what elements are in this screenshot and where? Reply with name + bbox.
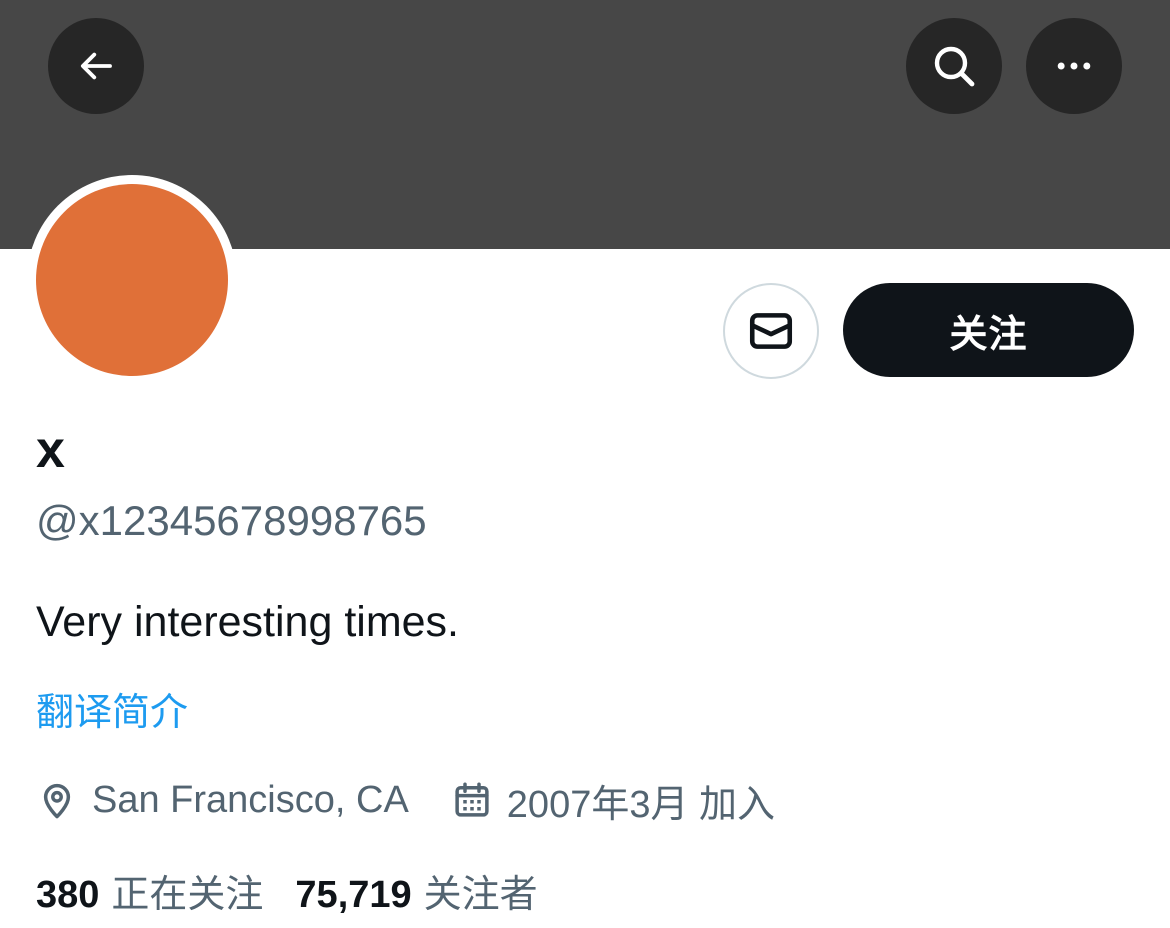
location-item: San Francisco, CA [36, 779, 409, 822]
location-text: San Francisco, CA [92, 778, 409, 821]
envelope-icon [749, 313, 793, 349]
avatar[interactable] [36, 184, 228, 376]
follow-stats: 380 正在关注 75,719 关注者 [36, 862, 538, 918]
user-handle: @x12345678998765 [36, 497, 427, 544]
followers-stat[interactable]: 75,719 关注者 [295, 863, 537, 918]
translate-bio-link[interactable]: 翻译简介 [36, 688, 188, 738]
display-name: x [36, 421, 65, 479]
profile-page: 关注 x @x12345678998765 Very interesting t… [0, 0, 1170, 928]
following-stat[interactable]: 380 正在关注 [36, 863, 263, 918]
followers-count: 75,719 [295, 873, 412, 916]
joined-date-text: 2007年3月 加入 [506, 783, 776, 826]
map-pin-icon [36, 779, 78, 821]
search-icon [934, 46, 975, 87]
more-horizontal-icon [1057, 62, 1091, 70]
message-button[interactable] [723, 283, 819, 379]
arrow-left-icon [80, 52, 112, 80]
more-button[interactable] [1026, 18, 1122, 114]
followers-label: 关注者 [423, 873, 538, 916]
joined-item: 2007年3月 加入 [451, 773, 775, 828]
following-count: 380 [36, 873, 100, 916]
calendar-icon [451, 779, 493, 821]
back-button[interactable] [48, 18, 144, 114]
search-button[interactable] [906, 18, 1002, 114]
profile-meta: San Francisco, CA 2007年3月 加入 [36, 772, 775, 828]
following-label: 正在关注 [111, 873, 264, 916]
profile-bio: Very interesting times. [36, 598, 460, 646]
follow-button[interactable]: 关注 [843, 283, 1134, 377]
